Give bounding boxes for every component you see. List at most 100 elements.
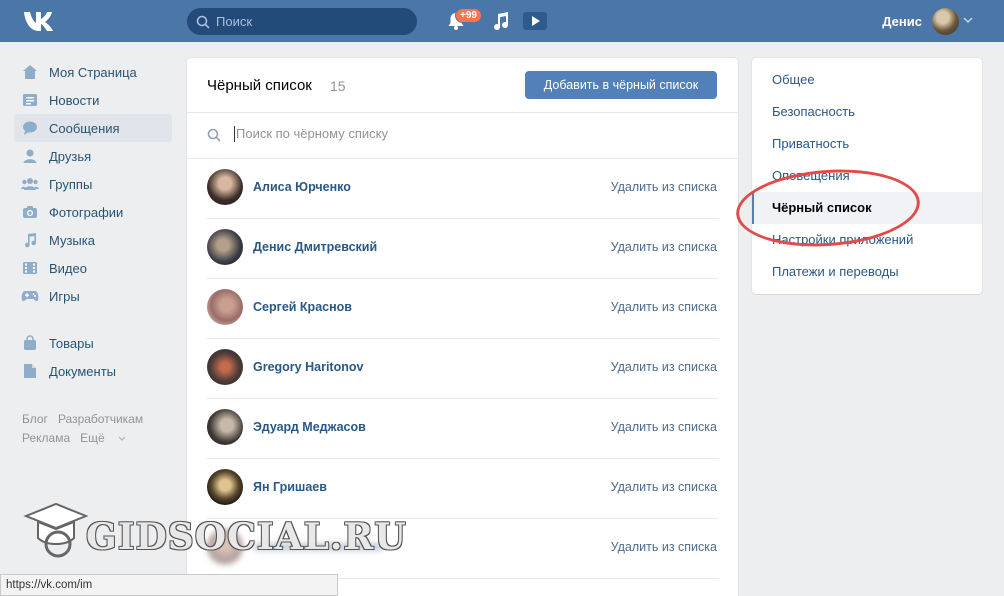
footer-link-ads[interactable]: Реклама — [22, 431, 70, 445]
footer-link-developers[interactable]: Разработчикам — [58, 412, 143, 426]
settings-item-label: Настройки приложений — [772, 232, 914, 247]
top-bar: Поиск +99 Денис — [0, 0, 1004, 42]
remove-from-list-link[interactable]: Удалить из списка — [611, 540, 717, 554]
settings-item-label: Платежи и переводы — [772, 264, 899, 279]
avatar[interactable] — [932, 8, 959, 35]
settings-item-label: Общее — [772, 72, 815, 87]
nav-item-label: Товары — [49, 335, 94, 351]
settings-item-payments[interactable]: Платежи и переводы — [752, 256, 982, 288]
nav-item-label: Игры — [49, 288, 80, 304]
footer-link-blog[interactable]: Блог — [22, 412, 48, 426]
home-icon — [21, 63, 39, 81]
search-icon — [196, 15, 210, 29]
settings-item-label: Безопасность — [772, 104, 855, 119]
settings-item-notifications[interactable]: Оповещения — [752, 160, 982, 192]
nav-item-messages[interactable]: Сообщения — [14, 114, 172, 142]
avatar[interactable] — [207, 409, 243, 445]
page-title: Чёрный список — [207, 77, 312, 94]
avatar[interactable] — [207, 229, 243, 265]
music-icon — [21, 231, 39, 249]
user-name-link[interactable]: Алиса Юрченко — [253, 180, 351, 194]
chevron-down-icon[interactable] — [963, 16, 973, 24]
user-name-link[interactable]: Gregory Haritonov — [253, 360, 363, 374]
vk-logo-icon[interactable] — [22, 9, 56, 33]
nav-item-label: Фотографии — [49, 204, 124, 220]
user-name-link[interactable]: Ян Гришаев — [253, 480, 327, 494]
table-row: Эдуард Меджасов Удалить из списка — [207, 398, 718, 459]
nav-item-documents[interactable]: Документы — [14, 357, 172, 385]
nav-item-photos[interactable]: Фотографии — [14, 198, 172, 226]
text-cursor — [234, 126, 235, 142]
graduation-cap-icon — [23, 502, 88, 558]
blacklist-search-placeholder: Поиск по чёрному списку — [236, 126, 388, 141]
search-icon — [207, 128, 221, 142]
document-icon — [21, 362, 39, 380]
settings-item-privacy[interactable]: Приватность — [752, 128, 982, 160]
panel-header: Чёрный список 15 Добавить в чёрный списо… — [187, 58, 738, 113]
nav-item-games[interactable]: Игры — [14, 282, 172, 310]
user-name-link[interactable]: Денис Дмитревский — [253, 240, 377, 254]
settings-item-label: Оповещения — [772, 168, 850, 183]
remove-from-list-link[interactable]: Удалить из списка — [611, 180, 717, 194]
news-icon — [21, 91, 39, 109]
avatar[interactable] — [207, 169, 243, 205]
table-row: Денис Дмитревский Удалить из списка — [207, 218, 718, 279]
remove-from-list-link[interactable]: Удалить из списка — [611, 360, 717, 374]
groups-icon — [21, 175, 39, 193]
footer-link-more[interactable]: Ещё — [80, 431, 126, 445]
nav-item-groups[interactable]: Группы — [14, 170, 172, 198]
nav-item-label: Группы — [49, 176, 93, 192]
nav-item-label: Друзья — [49, 148, 92, 164]
user-name-link[interactable]: Сергей Краснов — [253, 300, 352, 314]
nav-item-label: Документы — [49, 363, 117, 379]
remove-from-list-link[interactable]: Удалить из списка — [611, 480, 717, 494]
left-navigation: Моя Страница Новости Сообщения Друзья Гр… — [14, 58, 172, 385]
footer-links: Блог Разработчикам Реклама Ещё — [22, 410, 182, 448]
avatar[interactable] — [207, 289, 243, 325]
remove-from-list-link[interactable]: Удалить из списка — [611, 420, 717, 434]
friends-icon — [21, 147, 39, 165]
user-name[interactable]: Денис — [882, 14, 922, 29]
settings-item-security[interactable]: Безопасность — [752, 96, 982, 128]
nav-item-label: Моя Страница — [49, 64, 137, 80]
nav-item-label: Сообщения — [49, 120, 120, 136]
bag-icon — [21, 334, 39, 352]
chevron-down-icon — [118, 436, 126, 441]
avatar[interactable] — [207, 349, 243, 385]
nav-item-label: Музыка — [49, 232, 95, 248]
add-to-blacklist-button[interactable]: Добавить в чёрный список — [525, 71, 717, 99]
watermark-text: GIDSOCIAL.RU — [86, 516, 407, 558]
blacklist-search-input[interactable]: Поиск по чёрному списку — [187, 113, 738, 159]
settings-item-app-settings[interactable]: Настройки приложений — [752, 224, 982, 256]
remove-from-list-link[interactable]: Удалить из списка — [611, 300, 717, 314]
video-player-icon[interactable] — [523, 11, 547, 31]
nav-item-video[interactable]: Видео — [14, 254, 172, 282]
table-row: Алиса Юрченко Удалить из списка — [207, 158, 718, 219]
nav-item-my-page[interactable]: Моя Страница — [14, 58, 172, 86]
header-search-placeholder: Поиск — [216, 14, 253, 29]
header-search-input[interactable]: Поиск — [187, 8, 417, 35]
nav-divider — [14, 310, 172, 329]
table-row: Gregory Haritonov Удалить из списка — [207, 338, 718, 399]
table-row: Сергей Краснов Удалить из списка — [207, 278, 718, 339]
messages-icon — [21, 119, 39, 137]
settings-item-label: Чёрный список — [772, 200, 872, 215]
notifications-badge: +99 — [455, 8, 482, 23]
nav-item-music[interactable]: Музыка — [14, 226, 172, 254]
user-name-link[interactable]: Эдуард Меджасов — [253, 420, 366, 434]
nav-item-friends[interactable]: Друзья — [14, 142, 172, 170]
settings-item-general[interactable]: Общее — [752, 64, 982, 96]
music-icon[interactable] — [491, 11, 511, 31]
footer-link-more-label: Ещё — [80, 431, 105, 445]
gamepad-icon — [21, 287, 39, 305]
settings-item-blacklist[interactable]: Чёрный список — [752, 192, 982, 224]
browser-status-bar: https://vk.com/im — [0, 574, 338, 596]
nav-item-news[interactable]: Новости — [14, 86, 172, 114]
video-icon — [21, 259, 39, 277]
nav-item-goods[interactable]: Товары — [14, 329, 172, 357]
settings-menu: Общее Безопасность Приватность Оповещени… — [752, 58, 982, 294]
camera-icon — [21, 203, 39, 221]
nav-item-label: Видео — [49, 260, 87, 276]
watermark: GIDSOCIAL.RU — [22, 498, 406, 568]
remove-from-list-link[interactable]: Удалить из списка — [611, 240, 717, 254]
